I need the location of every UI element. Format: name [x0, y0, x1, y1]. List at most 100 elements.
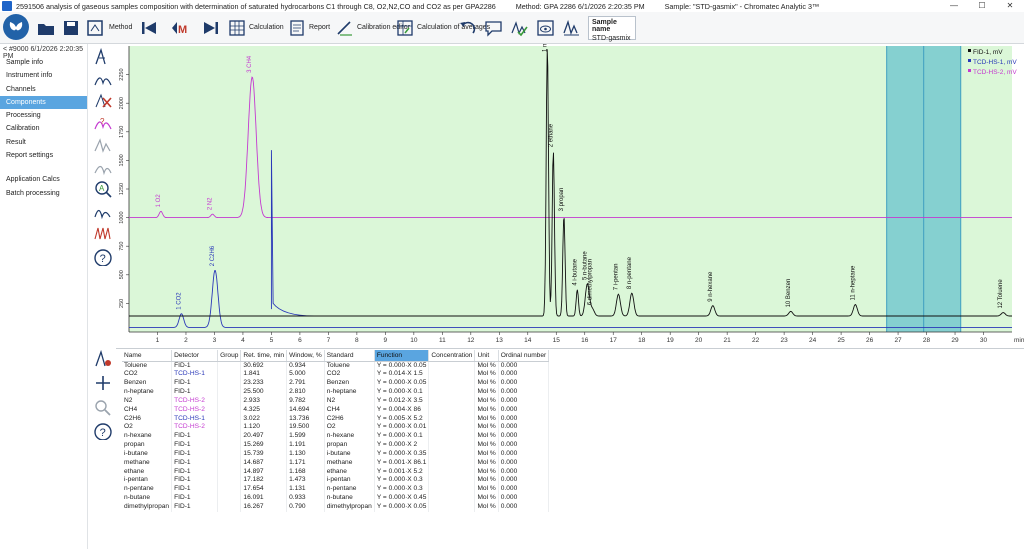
cell-ordinal-number[interactable]: 0.000	[498, 449, 550, 459]
col-header-unit[interactable]: Unit	[474, 350, 499, 362]
comment-button[interactable]	[484, 15, 504, 41]
help-icon[interactable]: ?	[93, 248, 113, 266]
chromatogram-chart[interactable]: 1 2 3 4 5 6 7 8 9 10 11 12 13 14 15 16 17 18 19 20 21 22 23 24 2…	[116, 44, 1024, 345]
peak-label[interactable]: 2 N2	[208, 197, 214, 210]
cell-standard[interactable]: propan	[324, 441, 375, 450]
cell-standard[interactable]: i-butane	[324, 449, 375, 459]
cell-group[interactable]	[217, 388, 242, 397]
cell-window-[interactable]: 19.500	[286, 423, 325, 433]
cell-group[interactable]	[217, 432, 242, 442]
cell-detector[interactable]: FID-1	[171, 458, 219, 468]
cell-window-[interactable]: 1.131	[286, 485, 325, 495]
cell-ret-time-min[interactable]: 16.267	[240, 503, 288, 512]
cell-ordinal-number[interactable]: 0.000	[498, 467, 550, 477]
cell-concentration[interactable]	[428, 441, 476, 450]
legend-entry[interactable]: FID-1, mV	[973, 49, 1003, 56]
peak-label[interactable]: 8 n-pentane	[627, 256, 633, 289]
cell-concentration[interactable]	[428, 494, 476, 503]
cell-ordinal-number[interactable]: 0.000	[498, 503, 550, 512]
cell-standard[interactable]: n-heptane	[324, 388, 375, 397]
cell-detector[interactable]: TCD-HS-1	[171, 370, 219, 380]
cell-window-[interactable]: 1.191	[286, 441, 325, 450]
unknown-peak-icon[interactable]: ?	[93, 114, 113, 132]
baseline-icon[interactable]	[93, 70, 113, 88]
table-row[interactable]: O2 TCD-HS-2 1.120 19.500 O2 Y = 0.000·X 0.01 M…	[122, 423, 550, 433]
cell-name[interactable]: i-butane	[122, 449, 173, 459]
peak-label[interactable]: 2 C2H6	[210, 245, 216, 266]
zoom-icon[interactable]	[93, 398, 113, 416]
calculation-button[interactable]: Calculation	[228, 15, 284, 41]
cell-detector[interactable]: FID-1	[171, 476, 219, 486]
cell-detector[interactable]: TCD-HS-1	[171, 414, 219, 424]
sidebar-item-processing[interactable]: Processing	[0, 109, 87, 122]
cell-standard[interactable]: Toluene	[324, 361, 375, 371]
plus-icon[interactable]	[93, 374, 113, 392]
cell-unit[interactable]: Mol %	[474, 370, 499, 380]
cell-detector[interactable]: FID-1	[171, 441, 219, 450]
table-row[interactable]: propan FID-1 15.269 1.191 propan Y = 0.000·X …	[122, 441, 550, 450]
cell-window-[interactable]: 13.736	[286, 414, 325, 424]
minimize-button[interactable]: —	[940, 0, 968, 12]
cell-concentration[interactable]	[428, 458, 476, 468]
sidebar-item2-application-calcs[interactable]: Application Calcs	[0, 173, 87, 186]
cell-concentration[interactable]	[428, 485, 476, 495]
sidebar-header[interactable]: < #9000 6/1/2026 2:20:35 PM	[0, 44, 87, 60]
sidebar-item-channels[interactable]: Channels	[0, 83, 87, 96]
cell-concentration[interactable]	[428, 467, 476, 477]
peak-label[interactable]: 10 Benzen	[786, 279, 792, 308]
cell-ordinal-number[interactable]: 0.000	[498, 361, 550, 371]
cell-unit[interactable]: Mol %	[474, 476, 499, 486]
cell-ordinal-number[interactable]: 0.000	[498, 388, 550, 397]
cell-ordinal-number[interactable]: 0.000	[498, 458, 550, 468]
table-row[interactable]: CH4 TCD-HS-2 4.325 14.694 CH4 Y = 0.004·X 86 M…	[122, 405, 550, 415]
cell-standard[interactable]: methane	[324, 458, 375, 468]
report-button[interactable]: Report	[288, 15, 330, 41]
undo-button[interactable]	[458, 15, 478, 41]
cell-name[interactable]: methane	[122, 458, 173, 468]
cell-name[interactable]: O2	[122, 423, 173, 433]
peak-label[interactable]: 12 Toluene	[998, 279, 1004, 309]
cell-unit[interactable]: Mol %	[474, 361, 499, 371]
split-peak-icon[interactable]	[93, 158, 113, 176]
last-button[interactable]	[202, 15, 220, 41]
cell-window-[interactable]: 2.791	[286, 379, 325, 389]
cell-function[interactable]: Y = 0.000·X 0.05	[374, 361, 430, 371]
cell-concentration[interactable]	[428, 379, 476, 389]
cell-detector[interactable]: TCD-HS-2	[171, 405, 219, 415]
cell-name[interactable]: n-pentane	[122, 485, 173, 495]
cell-name[interactable]: n-heptane	[122, 388, 173, 397]
cell-unit[interactable]: Mol %	[474, 405, 499, 415]
cell-name[interactable]: Benzen	[122, 379, 173, 389]
cell-window-[interactable]: 1.599	[286, 432, 325, 442]
cell-detector[interactable]: FID-1	[171, 449, 219, 459]
cell-window-[interactable]: 0.933	[286, 494, 325, 503]
cell-group[interactable]	[217, 467, 242, 477]
cell-detector[interactable]: FID-1	[171, 361, 219, 371]
peak-shape-icon[interactable]	[93, 136, 113, 154]
sidebar-item-components[interactable]: Components	[0, 95, 87, 110]
table-row[interactable]: i-pentan FID-1 17.182 1.473 i-pentan Y = 0.00…	[122, 476, 550, 486]
cell-function[interactable]: Y = 0.000·X 2	[374, 441, 430, 450]
cell-unit[interactable]: Mol %	[474, 432, 499, 442]
legend-entry[interactable]: TCD-HS-2, mV	[973, 69, 1017, 76]
cell-ret-time-min[interactable]: 3.022	[240, 414, 288, 424]
cell-ret-time-min[interactable]: 16.091	[240, 494, 288, 503]
cell-standard[interactable]: Benzen	[324, 379, 375, 389]
cell-function[interactable]: Y = 0.005·X 5.2	[374, 414, 430, 424]
cell-group[interactable]	[217, 458, 242, 468]
cell-window-[interactable]: 1.473	[286, 476, 325, 486]
cell-standard[interactable]: dimethylpropan	[324, 503, 375, 512]
cell-name[interactable]: propan	[122, 441, 173, 450]
col-header-ret-time-min[interactable]: Ret. time, min	[240, 350, 288, 362]
cell-detector[interactable]: FID-1	[171, 485, 219, 495]
delete-peak-icon[interactable]	[93, 92, 113, 110]
col-header-ordinal-number[interactable]: Ordinal number	[498, 350, 550, 362]
cell-ordinal-number[interactable]: 0.000	[498, 432, 550, 442]
cell-ret-time-min[interactable]: 14.897	[240, 467, 288, 477]
peak-label[interactable]: 1 methane	[542, 44, 548, 52]
cell-group[interactable]	[217, 423, 242, 433]
cell-standard[interactable]: n-butane	[324, 494, 375, 503]
cell-name[interactable]: CO2	[122, 370, 173, 380]
peak-label[interactable]: 7 i-pentan	[613, 264, 619, 291]
col-header-standard[interactable]: Standard	[324, 350, 375, 362]
